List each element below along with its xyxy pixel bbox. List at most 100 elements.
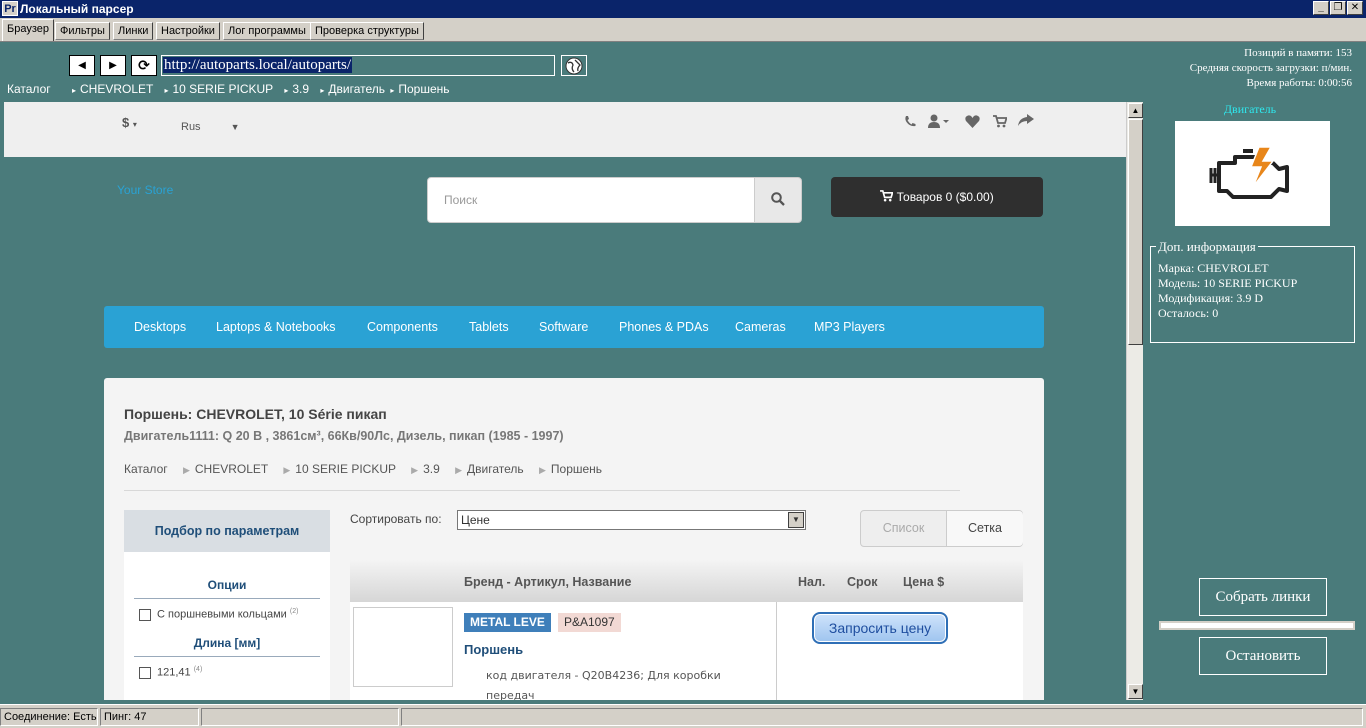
breadcrumb-item[interactable]: CHEVROLET (80, 82, 153, 96)
ping-status: Пинг: 47 (100, 708, 199, 726)
globe-icon (565, 57, 583, 75)
tab-structure-check[interactable]: Проверка структуры (310, 22, 424, 40)
info-remaining: Осталось: 0 (1158, 306, 1219, 320)
load-speed: Средняя скорость загрузки: п/мин. (1189, 62, 1352, 74)
content-breadcrumb-item[interactable]: Двигатель (467, 462, 524, 476)
currency-selector[interactable]: $ ▾ (122, 115, 137, 130)
tab-browser[interactable]: Браузер (2, 19, 54, 41)
memory-count: Позиций в памяти: 153 (1244, 47, 1352, 59)
refresh-button[interactable]: ⟳ (131, 55, 157, 76)
menu-item[interactable]: Cameras (735, 320, 786, 334)
close-button[interactable]: ✕ (1347, 1, 1363, 15)
filter-section-length: Длина [мм] (193, 636, 261, 650)
account-icon[interactable] (928, 114, 950, 128)
status-cell-empty (401, 708, 1363, 726)
content-breadcrumb-item[interactable]: 3.9 (423, 462, 440, 476)
menu-item[interactable]: Software (539, 320, 588, 334)
item-name[interactable]: Поршень (464, 642, 523, 657)
menu-item[interactable]: Phones & PDAs (619, 320, 709, 334)
info-modification: Модификация: 3.9 D (1158, 291, 1264, 305)
content-breadcrumb-item[interactable]: Каталог (124, 462, 168, 476)
browser-view: $ ▾ Rus ▼ Your Store Поиск Товаров 0 ($0.… (4, 102, 1126, 700)
table-row: METAL LEVE P&A1097 Поршень код двигателя… (350, 602, 1023, 700)
refresh-icon: ⟳ (138, 57, 150, 73)
cart-icon[interactable] (993, 115, 1007, 128)
content-breadcrumb-item[interactable]: CHEVROLET (195, 462, 268, 476)
filter-checkbox-rings[interactable] (139, 609, 151, 621)
store-search-button[interactable] (754, 177, 802, 223)
menu-item[interactable]: MP3 Players (814, 320, 885, 334)
menu-item[interactable]: Desktops (134, 320, 186, 334)
view-grid-button[interactable]: Сетка (947, 511, 1023, 546)
item-brand: METAL LEVE (464, 613, 551, 632)
product-image[interactable] (353, 607, 453, 687)
tab-log[interactable]: Лог программы (223, 22, 311, 40)
engine-icon (1209, 146, 1289, 199)
tab-links[interactable]: Линки (113, 22, 154, 40)
breadcrumb-item[interactable]: 10 SERIE PICKUP (172, 82, 273, 96)
breadcrumb-item[interactable]: Поршень (398, 82, 449, 96)
stop-button[interactable]: Остановить (1199, 637, 1327, 675)
filter-divider (134, 656, 320, 657)
filter-panel: Опции С поршневыми кольцами (2) Длина [м… (124, 552, 330, 700)
filter-panel-title: Подбор по параметрам (124, 510, 330, 552)
uptime: Время работы: 0:00:56 (1246, 77, 1352, 89)
menu-item[interactable]: Components (367, 320, 438, 334)
item-description: код двигателя - Q20B4236; Для коробки пе… (486, 669, 721, 700)
store-logo[interactable]: Your Store (117, 183, 173, 197)
content-breadcrumb-item[interactable]: Поршень (551, 462, 602, 476)
share-icon[interactable] (1018, 114, 1034, 127)
forward-button[interactable]: ▶ (100, 55, 126, 76)
store-search-input[interactable]: Поиск (427, 177, 755, 223)
breadcrumb-separator-icon: ▸ (390, 86, 395, 95)
content-breadcrumb-item[interactable]: 10 SERIE PICKUP (295, 462, 396, 476)
product-content: Поршень: CHEVROLET, 10 Série пикап Двига… (104, 378, 1044, 700)
breadcrumb-item[interactable]: Каталог (7, 82, 51, 96)
filter-section-options: Опции (207, 578, 247, 592)
go-button[interactable] (561, 55, 587, 76)
tab-settings[interactable]: Настройки (156, 22, 220, 40)
scroll-down-icon[interactable]: ▼ (1128, 684, 1143, 699)
product-title: Поршень: CHEVROLET, 10 Série пикап (124, 406, 387, 422)
url-input[interactable]: http://autoparts.local/autoparts/ (161, 55, 555, 76)
filter-divider (134, 598, 320, 599)
request-price-button[interactable]: Запросить цену (812, 612, 948, 644)
browser-scrollbar[interactable]: ▲ ▼ (1126, 102, 1143, 700)
sort-select[interactable]: Цене ▼ (457, 510, 806, 530)
tab-filters[interactable]: Фильтры (55, 22, 110, 40)
view-list-button[interactable]: Список (861, 511, 947, 546)
view-toggle: Список Сетка (860, 510, 1023, 547)
col-term: Срок (847, 575, 878, 589)
minimize-button[interactable]: _ (1313, 1, 1329, 15)
breadcrumb: Каталог ▸ CHEVROLET ▸ 10 SERIE PICKUP ▸ 3.9… (7, 82, 450, 96)
divider (124, 490, 960, 491)
progress-bar (1159, 621, 1355, 630)
scroll-thumb[interactable] (1128, 119, 1143, 345)
breadcrumb-item[interactable]: 3.9 (292, 82, 309, 96)
back-icon: ◀ (78, 60, 86, 71)
collect-links-button[interactable]: Собрать линки (1199, 578, 1327, 616)
heart-icon[interactable] (965, 115, 980, 128)
phone-icon[interactable] (904, 115, 916, 128)
sort-value: Цене (461, 513, 490, 527)
menu-item[interactable]: Tablets (469, 320, 509, 334)
breadcrumb-arrow-icon: ▶ (283, 465, 291, 475)
url-text: http://autoparts.local/autoparts/ (163, 57, 353, 73)
scroll-up-icon[interactable]: ▲ (1128, 103, 1143, 118)
filter-checkbox-length[interactable] (139, 667, 151, 679)
breadcrumb-arrow-icon: ▶ (182, 465, 190, 475)
tab-bar: Браузер Фильтры Линки Настройки Лог прог… (0, 18, 1366, 42)
back-button[interactable]: ◀ (69, 55, 95, 76)
status-bar: Соединение: Есть Пинг: 47 (0, 704, 1366, 728)
app-icon: Pr (2, 1, 18, 16)
search-icon (771, 192, 785, 206)
breadcrumb-arrow-icon: ▶ (538, 465, 546, 475)
col-brand: Бренд - Артикул, Название (464, 575, 632, 589)
language-selector[interactable]: Rus ▼ (181, 121, 239, 133)
breadcrumb-item[interactable]: Двигатель (328, 82, 385, 96)
breadcrumb-separator-icon: ▸ (164, 86, 169, 95)
chevron-down-icon[interactable]: ▼ (788, 512, 804, 528)
cart-button[interactable]: Товаров 0 ($0.00) (831, 177, 1043, 217)
menu-item[interactable]: Laptops & Notebooks (216, 320, 336, 334)
restore-button[interactable]: ❐ (1330, 1, 1346, 15)
